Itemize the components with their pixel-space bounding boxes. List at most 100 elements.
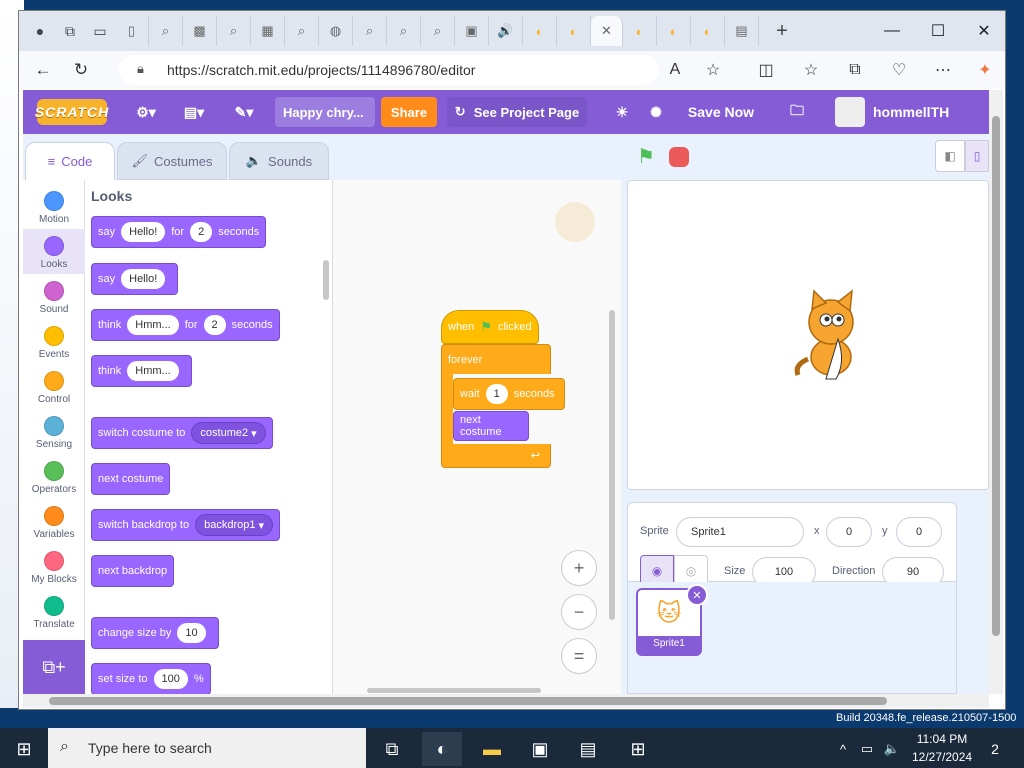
- read-aloud-icon[interactable]: A: [662, 57, 688, 83]
- new-tab-button[interactable]: +: [771, 20, 793, 42]
- file-menu-icon[interactable]: ▤▾: [169, 90, 219, 134]
- y-field[interactable]: 0: [896, 517, 942, 547]
- block-input[interactable]: Hello!: [121, 269, 166, 289]
- tab-9[interactable]: ⌕: [387, 16, 421, 46]
- page-vscrollbar[interactable]: [989, 90, 1003, 694]
- stage[interactable]: [627, 180, 989, 490]
- category-sound[interactable]: Sound: [23, 274, 85, 319]
- server-manager-icon[interactable]: ▤: [568, 732, 608, 766]
- tab-actions-icon[interactable]: ▭: [89, 20, 111, 42]
- category-events[interactable]: Events: [23, 319, 85, 364]
- tab-8[interactable]: ⌕: [353, 16, 387, 46]
- category-variables[interactable]: Variables: [23, 499, 85, 544]
- green-flag-icon[interactable]: ⚑: [637, 144, 661, 168]
- tab-active-close[interactable]: ✕: [591, 16, 623, 46]
- tab-costumes[interactable]: 🖌 Costumes: [117, 142, 227, 180]
- small-stage-icon[interactable]: ◧: [935, 140, 965, 172]
- next-costume-block[interactable]: next costume: [91, 463, 171, 495]
- refresh-icon[interactable]: ↻: [65, 55, 97, 85]
- forever-block[interactable]: forever: [441, 344, 551, 374]
- add-extension-button[interactable]: ⧉+: [23, 640, 85, 694]
- tray-chevron-icon[interactable]: ^: [832, 732, 854, 766]
- tab-14[interactable]: ◐: [557, 16, 591, 46]
- copilot-icon[interactable]: ✦: [972, 57, 998, 83]
- avatar[interactable]: [835, 97, 865, 127]
- switch-backdrop-block[interactable]: switch backdrop to backdrop1 ▾: [91, 509, 281, 541]
- minimize-button[interactable]: —: [869, 11, 915, 51]
- block-input[interactable]: Hmm...: [127, 315, 179, 335]
- backdrop-dropdown[interactable]: backdrop1 ▾: [195, 514, 274, 536]
- close-button[interactable]: ✕: [961, 11, 1005, 51]
- block-input[interactable]: Hmm...: [127, 361, 179, 381]
- volume-icon[interactable]: 🔈: [880, 732, 904, 766]
- tab-4[interactable]: ⌕: [217, 16, 251, 46]
- save-now-button[interactable]: Save Now: [681, 90, 761, 134]
- favorites-icon[interactable]: ☆: [798, 57, 824, 83]
- project-title-input[interactable]: Happy chry...: [275, 97, 375, 127]
- large-stage-icon[interactable]: ▯: [965, 140, 989, 172]
- back-icon[interactable]: ←: [27, 55, 59, 85]
- say-for-block[interactable]: say Hello! for 2 seconds: [91, 216, 267, 248]
- edge-icon[interactable]: ◐: [422, 732, 462, 766]
- more-icon[interactable]: ⋯: [930, 57, 956, 83]
- workspaces-icon[interactable]: ⧉: [59, 20, 81, 42]
- tab-sounds[interactable]: 🔈 Sounds: [229, 142, 329, 180]
- tab-11[interactable]: ▣: [455, 16, 489, 46]
- network-icon[interactable]: ▭: [856, 732, 878, 766]
- maximize-button[interactable]: ☐: [915, 11, 961, 51]
- category-looks[interactable]: Looks: [23, 229, 85, 274]
- block-input[interactable]: 2: [190, 222, 213, 242]
- tab-12[interactable]: 🔊: [489, 16, 523, 46]
- wait-input[interactable]: 1: [485, 384, 508, 404]
- switch-costume-block[interactable]: switch costume to costume2 ▾: [91, 417, 273, 449]
- next-costume-script-block[interactable]: next costume: [453, 411, 529, 441]
- say-block[interactable]: say Hello!: [91, 263, 179, 295]
- clock[interactable]: 11:04 PM 12/27/2024: [912, 730, 972, 766]
- extensions-icon[interactable]: ♡: [886, 57, 912, 83]
- stop-icon[interactable]: [669, 147, 689, 167]
- notifications-icon[interactable]: 2: [980, 732, 1010, 766]
- hscroll-thumb[interactable]: [49, 697, 887, 705]
- block-input[interactable]: Hello!: [121, 222, 166, 242]
- tab-10[interactable]: ⌕: [421, 16, 455, 46]
- task-view-icon[interactable]: ⧉: [372, 732, 412, 766]
- share-button[interactable]: Share: [381, 97, 437, 127]
- category-motion[interactable]: Motion: [23, 184, 85, 229]
- tab-1[interactable]: ▯: [115, 16, 149, 46]
- settings-menu-icon[interactable]: ⚙▾: [123, 90, 169, 134]
- script-hscrollbar[interactable]: [367, 688, 541, 693]
- tab-5[interactable]: ▦: [251, 16, 285, 46]
- block-input[interactable]: 2: [203, 315, 226, 335]
- next-backdrop-block[interactable]: next backdrop: [91, 555, 175, 587]
- scratch-logo[interactable]: SCRATCH: [35, 99, 108, 125]
- split-screen-icon[interactable]: ◫: [753, 57, 779, 83]
- lightbulb-icon[interactable]: ☀: [605, 90, 639, 134]
- tab-17[interactable]: ◐: [657, 16, 691, 46]
- category-my-blocks[interactable]: My Blocks: [23, 544, 85, 589]
- sprite-cat[interactable]: [786, 287, 876, 387]
- category-operators[interactable]: Operators: [23, 454, 85, 499]
- tab-13[interactable]: ◐: [523, 16, 557, 46]
- when-flag-clicked-block[interactable]: when ⚑ clicked: [441, 310, 539, 344]
- block-input[interactable]: 10: [177, 623, 206, 643]
- category-translate[interactable]: Translate: [23, 589, 85, 634]
- windows-logo-icon[interactable]: ⊞: [618, 732, 658, 766]
- url-field[interactable]: 🔒︎ https://scratch.mit.edu/projects/1114…: [119, 55, 659, 85]
- tab-18[interactable]: ◐: [691, 16, 725, 46]
- vscroll-thumb[interactable]: [992, 116, 1000, 636]
- zoom-in-icon[interactable]: +: [561, 550, 597, 586]
- think-for-block[interactable]: think Hmm... for 2 seconds: [91, 309, 280, 341]
- change-size-block[interactable]: change size by 10: [91, 617, 219, 649]
- palette-scrollbar[interactable]: [323, 260, 329, 300]
- tab-16[interactable]: ◐: [623, 16, 657, 46]
- tab-6[interactable]: ⌕: [285, 16, 319, 46]
- set-size-block[interactable]: set size to 100 %: [91, 663, 211, 694]
- sprite-name-field[interactable]: Sprite1: [676, 517, 804, 547]
- delete-sprite-icon[interactable]: ✕: [686, 584, 708, 606]
- tab-7[interactable]: ◍: [319, 16, 353, 46]
- my-stuff-icon[interactable]: 🗀: [777, 90, 817, 134]
- x-field[interactable]: 0: [826, 517, 872, 547]
- block-input[interactable]: 100: [153, 669, 188, 689]
- start-icon[interactable]: ⊞: [4, 732, 44, 766]
- edit-menu-icon[interactable]: ✎▾: [219, 90, 269, 134]
